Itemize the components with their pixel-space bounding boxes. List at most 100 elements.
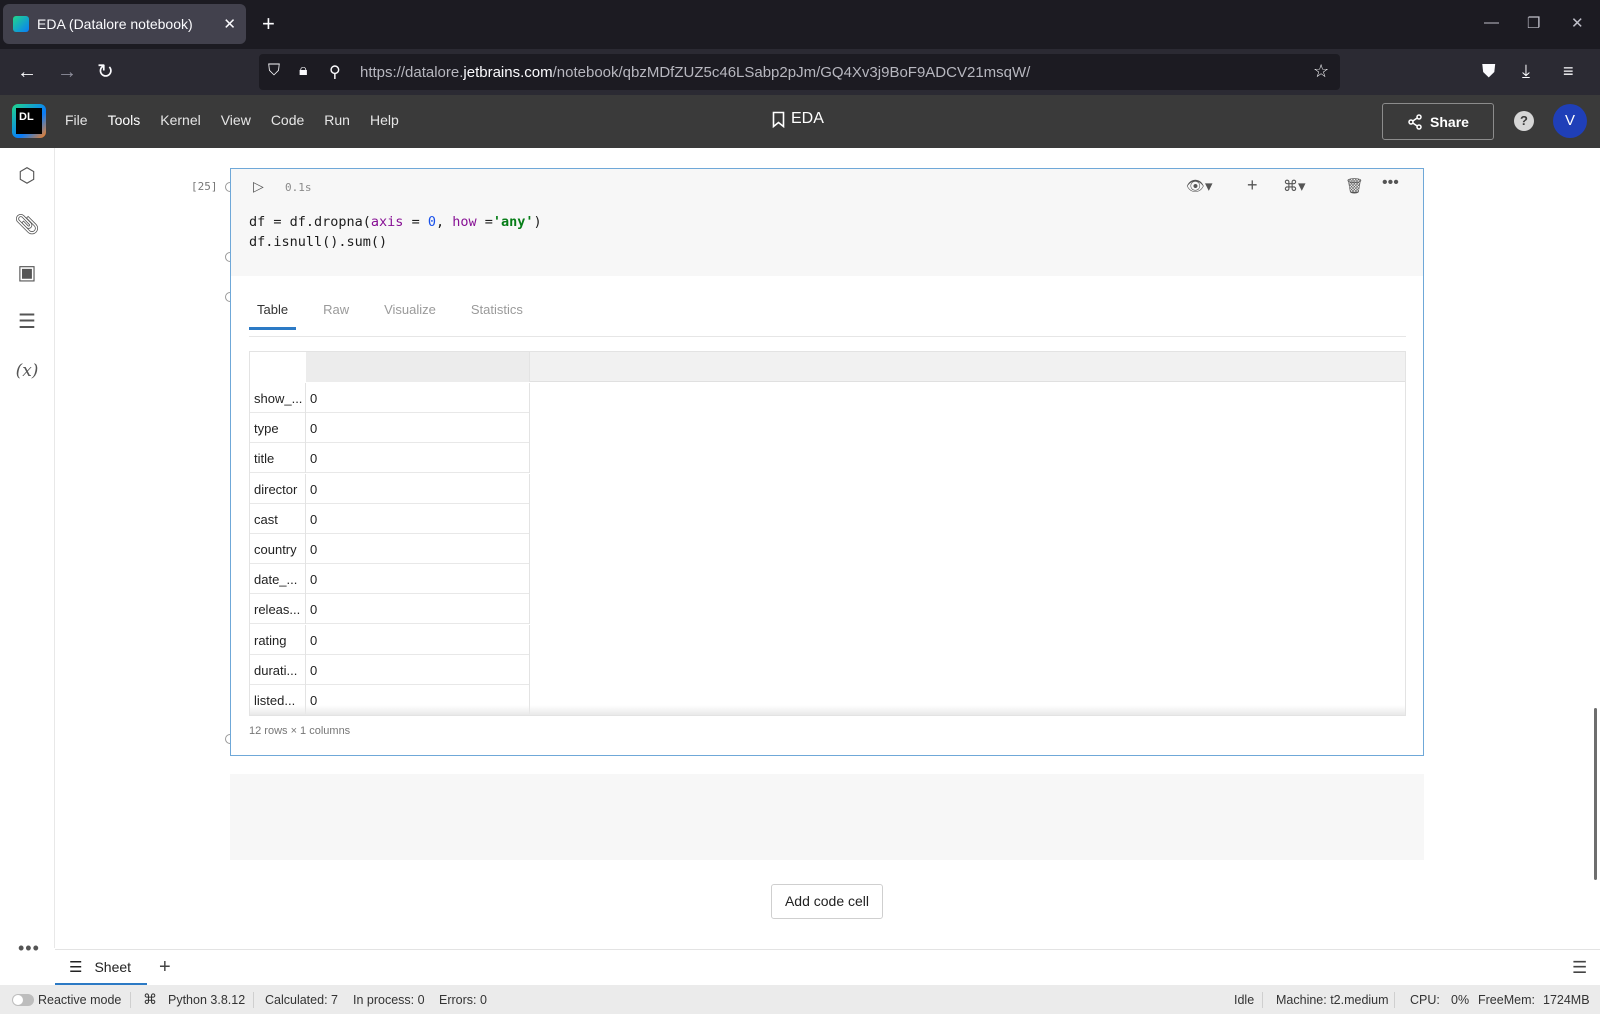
datalore-logo[interactable]: DL [12, 104, 46, 138]
freemem-value: 1724MB [1543, 993, 1590, 1007]
output-tabs: Table Raw Visualize Statistics [249, 302, 550, 330]
environment-cube-icon[interactable]: ⬡ [14, 163, 40, 189]
variables-icon[interactable]: (x) [14, 358, 40, 384]
share-button[interactable]: Share [1382, 103, 1494, 140]
code-line-2: df.isnull().sum() [249, 234, 388, 250]
dataframe-table[interactable]: show_... 0 type 0 title 0 director 0 cast 0 countr… [249, 351, 1406, 716]
run-cell-icon[interactable]: ▷ [253, 178, 264, 195]
python-version[interactable]: Python 3.8.12 [168, 993, 245, 1007]
code-editor[interactable]: ▷ 0.1s 👁︎▾ + ⌘▾ 🗑︎ ••• df = df.dropna(ax… [231, 169, 1423, 276]
app-header: DL File Tools Kernel View Code Run Help … [0, 95, 1600, 148]
table-scroll-shadow [250, 705, 1405, 715]
outline-list-icon[interactable]: ☰ [14, 309, 40, 335]
vertical-scrollbar[interactable] [1594, 708, 1597, 880]
table-row[interactable]: title 0 [250, 443, 530, 474]
sheet-tab[interactable]: ☰ Sheet [55, 950, 147, 986]
url-text[interactable]: https://datalore.jetbrains.com/notebook/… [360, 64, 1030, 81]
restore-icon[interactable]: ❐ [1527, 14, 1540, 32]
table-row[interactable]: show_... 0 [250, 383, 530, 413]
row-index-cell: durati... [250, 654, 306, 685]
menu-kernel[interactable]: Kernel [160, 112, 200, 128]
row-index-cell: rating [250, 624, 306, 655]
row-value-cell: 0 [306, 564, 530, 595]
bookmark-star-icon[interactable]: ☆ [1313, 61, 1329, 82]
table-row[interactable]: releas... 0 [250, 594, 530, 625]
table-row[interactable]: rating 0 [250, 624, 530, 655]
new-tab-button[interactable]: + [262, 12, 275, 36]
row-value-cell: 0 [306, 503, 530, 534]
download-icon[interactable]: ⤓ [1522, 61, 1530, 82]
add-cell-icon[interactable]: + [1247, 175, 1258, 196]
avatar[interactable]: V [1553, 104, 1587, 138]
url-bar[interactable]: ⛉ 🔒︎ ⚲ https://datalore.jetbrains.com/no… [259, 54, 1340, 90]
minimize-icon[interactable]: — [1484, 14, 1499, 31]
index-header-cell [250, 352, 306, 382]
table-row[interactable]: type 0 [250, 413, 530, 444]
add-sheet-button[interactable]: + [159, 956, 171, 979]
share-icon [1408, 113, 1422, 130]
back-icon[interactable]: ← [17, 60, 37, 84]
sheet-bar: ☰ Sheet + ☰ [55, 949, 1600, 986]
status-separator [130, 992, 131, 1008]
table-row[interactable]: date_... 0 [250, 564, 530, 595]
tab-raw[interactable]: Raw [315, 302, 357, 330]
row-value-cell: 0 [306, 534, 530, 564]
row-index-cell: date_... [250, 564, 306, 595]
menu-tools[interactable]: Tools [108, 112, 141, 128]
notebook-title[interactable]: EDA [772, 110, 824, 128]
delete-cell-icon[interactable]: 🗑︎ [1345, 177, 1364, 195]
tab-table[interactable]: Table [249, 302, 297, 330]
code-cell[interactable]: ▷ 0.1s 👁︎▾ + ⌘▾ 🗑︎ ••• df = df.dropna(ax… [230, 168, 1424, 756]
attachments-paperclip-icon[interactable]: 📎︎ [14, 212, 40, 238]
menu-help[interactable]: Help [370, 112, 399, 128]
code-line-1: df = df.dropna(axis = 0, how ='any') [249, 214, 542, 230]
forward-icon[interactable]: → [57, 60, 77, 84]
status-separator [1262, 992, 1263, 1008]
table-row[interactable]: director 0 [250, 473, 530, 504]
close-window-icon[interactable]: ✕ [1571, 14, 1584, 32]
row-value-cell: 0 [306, 624, 530, 655]
row-index-cell: show_... [250, 383, 306, 413]
cpu-label: CPU: [1410, 993, 1440, 1007]
reactive-mode-toggle[interactable] [12, 994, 34, 1006]
close-tab-icon[interactable]: ✕ [223, 15, 236, 33]
permissions-icon[interactable]: ⚲ [329, 62, 341, 82]
shield-icon[interactable]: ⛉ [268, 62, 280, 80]
reload-icon[interactable]: ↻ [97, 60, 114, 84]
hamburger-menu-icon[interactable]: ≡ [1563, 61, 1574, 82]
more-options-icon[interactable]: ••• [1382, 174, 1399, 192]
machine-chip-icon[interactable]: ▣ [14, 260, 40, 286]
browser-tab[interactable]: EDA (Datalore notebook) ✕ [3, 4, 246, 44]
left-toolbar: ⬡ 📎︎ ▣ ☰ (x) [0, 148, 55, 948]
python-kernel-icon[interactable]: ⌘▾ [1283, 177, 1306, 195]
menu-view[interactable]: View [221, 112, 251, 128]
row-value-cell: 0 [306, 443, 530, 474]
menu-run[interactable]: Run [324, 112, 350, 128]
table-row[interactable]: durati... 0 [250, 654, 530, 685]
status-bar: Reactive mode ⌘ Python 3.8.12 Calculated… [0, 985, 1600, 1014]
menu-code[interactable]: Code [271, 112, 304, 128]
table-row[interactable]: country 0 [250, 534, 530, 564]
sheet-list-icon: ☰ [69, 958, 83, 976]
errors-count: Errors: 0 [439, 993, 487, 1007]
row-index-cell: director [250, 473, 306, 504]
add-code-cell-button[interactable]: Add code cell [771, 884, 883, 919]
help-icon[interactable]: ? [1514, 111, 1534, 131]
row-index-cell: country [250, 534, 306, 564]
menu-file[interactable]: File [65, 112, 88, 128]
bookmark-icon [772, 111, 785, 128]
visibility-eye-icon[interactable]: 👁︎▾ [1186, 177, 1213, 195]
pocket-icon[interactable]: ⛊ [1482, 61, 1496, 82]
row-value-cell: 0 [306, 654, 530, 685]
row-value-cell: 0 [306, 413, 530, 444]
sheets-menu-icon[interactable]: ☰ [1572, 958, 1587, 978]
more-tools-icon[interactable]: ••• [18, 938, 40, 959]
machine-type[interactable]: Machine: t2.medium [1276, 993, 1389, 1007]
empty-cell[interactable] [230, 774, 1424, 860]
column-header-cell[interactable] [306, 352, 530, 382]
lock-icon[interactable]: 🔒︎ [299, 62, 308, 80]
tab-visualize[interactable]: Visualize [376, 302, 444, 330]
browser-tab-bar: EDA (Datalore notebook) ✕ + — ❐ ✕ [0, 0, 1600, 49]
table-row[interactable]: cast 0 [250, 503, 530, 534]
tab-statistics[interactable]: Statistics [463, 302, 531, 330]
